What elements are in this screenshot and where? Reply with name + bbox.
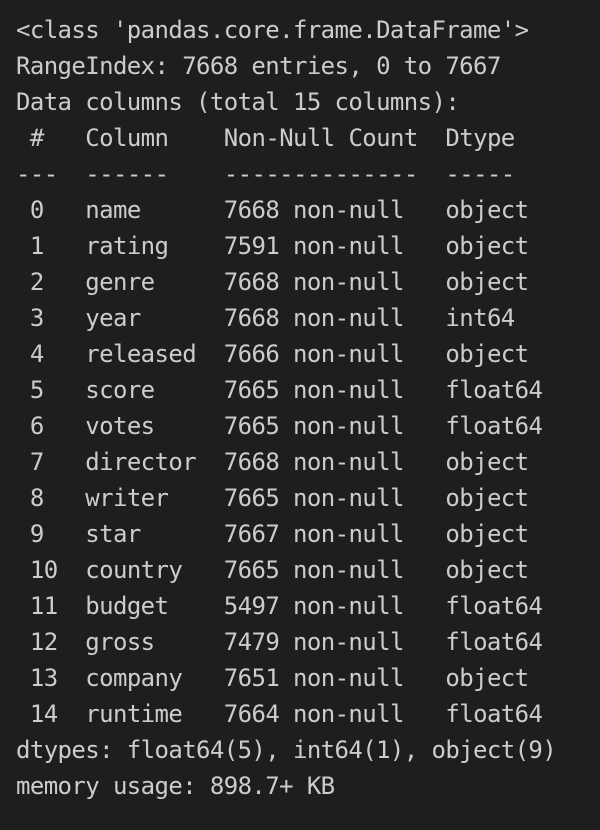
row-column: released <box>85 340 197 368</box>
header-non-null: Non-Null Count <box>223 124 418 152</box>
row-dtype: float64 <box>445 412 543 440</box>
table-row: 1 rating 7591 non-null object <box>16 228 594 264</box>
row-non-null: 7665 non-null <box>223 556 405 584</box>
row-num: 7 <box>29 448 44 476</box>
table-rows: 0 name 7668 non-null object 1 rating 759… <box>16 192 594 732</box>
separator-column: ------ <box>85 160 169 188</box>
table-row: 2 genre 7668 non-null object <box>16 264 594 300</box>
row-non-null: 7668 non-null <box>223 448 405 476</box>
row-column: company <box>85 664 183 692</box>
row-non-null: 7667 non-null <box>223 520 405 548</box>
row-non-null: 7664 non-null <box>223 700 405 728</box>
table-row: 8 writer 7665 non-null object <box>16 480 594 516</box>
separator-dtype: ----- <box>445 160 515 188</box>
row-dtype: int64 <box>445 304 515 332</box>
row-column: country <box>85 556 183 584</box>
table-row: 3 year 7668 non-null int64 <box>16 300 594 336</box>
row-dtype: float64 <box>445 376 543 404</box>
row-num: 12 <box>29 628 58 656</box>
row-num: 13 <box>29 664 58 692</box>
row-non-null: 7665 non-null <box>223 484 405 512</box>
row-non-null: 7665 non-null <box>223 412 405 440</box>
row-num: 3 <box>29 304 44 332</box>
row-dtype: float64 <box>445 700 543 728</box>
row-num: 4 <box>29 340 44 368</box>
row-non-null: 7666 non-null <box>223 340 405 368</box>
table-row: 4 released 7666 non-null object <box>16 336 594 372</box>
row-num: 11 <box>29 592 58 620</box>
row-column: name <box>85 196 141 224</box>
row-non-null: 7651 non-null <box>223 664 405 692</box>
row-num: 0 <box>29 196 44 224</box>
table-row: 14 runtime 7664 non-null float64 <box>16 696 594 732</box>
row-num: 5 <box>29 376 44 404</box>
row-column: genre <box>85 268 155 296</box>
row-column: writer <box>85 484 169 512</box>
row-dtype: object <box>445 664 529 692</box>
range-index-line: RangeIndex: 7668 entries, 0 to 7667 <box>16 52 501 80</box>
row-dtype: object <box>445 196 529 224</box>
row-column: votes <box>85 412 155 440</box>
table-row: 9 star 7667 non-null object <box>16 516 594 552</box>
row-non-null: 7479 non-null <box>223 628 405 656</box>
row-dtype: float64 <box>445 592 543 620</box>
dtypes-line: dtypes: float64(5), int64(1), object(9) <box>16 736 557 764</box>
table-separator: --- ------ -------------- ----- <box>16 156 594 192</box>
row-dtype: object <box>445 556 529 584</box>
row-non-null: 7591 non-null <box>223 232 405 260</box>
class-line: <class 'pandas.core.frame.DataFrame'> <box>16 16 529 44</box>
table-header: # Column Non-Null Count Dtype <box>16 120 594 156</box>
row-num: 9 <box>29 520 44 548</box>
row-non-null: 5497 non-null <box>223 592 405 620</box>
row-column: gross <box>85 628 155 656</box>
row-column: runtime <box>85 700 183 728</box>
table-row: 11 budget 5497 non-null float64 <box>16 588 594 624</box>
row-num: 8 <box>29 484 44 512</box>
row-num: 10 <box>29 556 58 584</box>
table-row: 12 gross 7479 non-null float64 <box>16 624 594 660</box>
row-dtype: object <box>445 448 529 476</box>
row-num: 14 <box>29 700 58 728</box>
row-column: year <box>85 304 141 332</box>
row-non-null: 7665 non-null <box>223 376 405 404</box>
row-num: 2 <box>29 268 44 296</box>
row-num: 1 <box>29 232 44 260</box>
row-column: director <box>85 448 197 476</box>
row-non-null: 7668 non-null <box>223 268 405 296</box>
table-row: 13 company 7651 non-null object <box>16 660 594 696</box>
row-dtype: object <box>445 520 529 548</box>
table-row: 5 score 7665 non-null float64 <box>16 372 594 408</box>
row-dtype: object <box>445 340 529 368</box>
separator-num: --- <box>16 160 58 188</box>
table-row: 10 country 7665 non-null object <box>16 552 594 588</box>
row-dtype: object <box>445 232 529 260</box>
row-dtype: float64 <box>445 628 543 656</box>
table-row: 6 votes 7665 non-null float64 <box>16 408 594 444</box>
separator-non-null: -------------- <box>223 160 418 188</box>
memory-line: memory usage: 898.7+ KB <box>16 772 335 800</box>
row-column: rating <box>85 232 169 260</box>
header-dtype: Dtype <box>445 124 515 152</box>
table-row: 0 name 7668 non-null object <box>16 192 594 228</box>
console-output: <class 'pandas.core.frame.DataFrame'> Ra… <box>16 12 594 804</box>
columns-header-line: Data columns (total 15 columns): <box>16 88 460 116</box>
table-row: 7 director 7668 non-null object <box>16 444 594 480</box>
row-dtype: object <box>445 484 529 512</box>
row-num: 6 <box>29 412 44 440</box>
row-dtype: object <box>445 268 529 296</box>
row-non-null: 7668 non-null <box>223 304 405 332</box>
row-column: star <box>85 520 141 548</box>
row-non-null: 7668 non-null <box>223 196 405 224</box>
row-column: score <box>85 376 155 404</box>
header-column: Column <box>85 124 169 152</box>
header-num: # <box>29 124 44 152</box>
row-column: budget <box>85 592 169 620</box>
